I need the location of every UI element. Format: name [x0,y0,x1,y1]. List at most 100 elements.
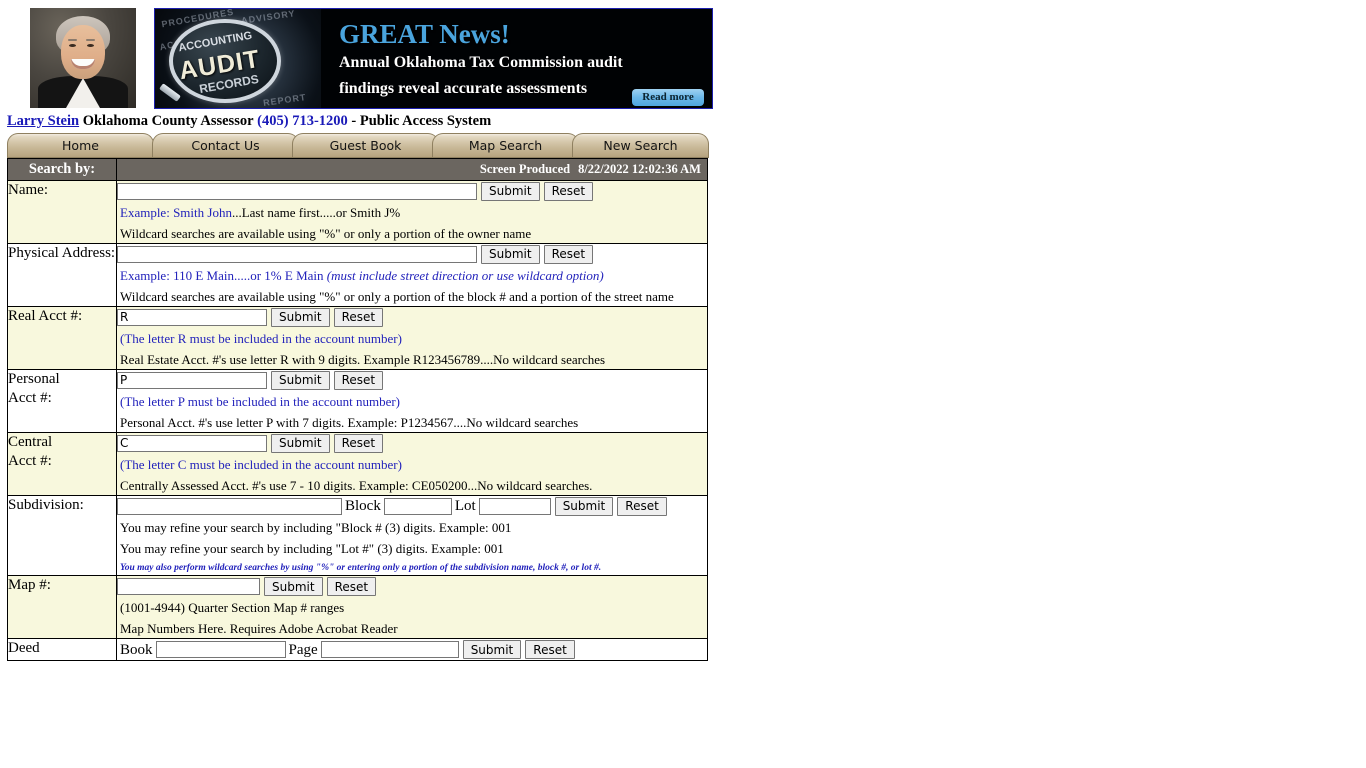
search-by-header-cell: Search by: [7,158,117,181]
map-input[interactable] [117,578,260,596]
label-central-acct: Central Acct #: [7,432,117,496]
banner-word-report: REPORT [262,92,307,108]
name-input[interactable] [117,182,477,200]
physical-address-input[interactable] [117,245,477,263]
row-subdivision: Subdivision: Block Lot Submit Reset You m… [7,494,708,577]
deed-book-label: Book [120,641,153,658]
real-acct-submit-button[interactable]: Submit [271,307,330,327]
subdivision-block-label: Block [345,498,381,515]
physical-address-reset-button[interactable]: Reset [543,244,594,264]
subdivision-block-input[interactable] [383,497,452,515]
label-deed: Deed [7,638,117,661]
real-acct-reset-button[interactable]: Reset [333,307,384,327]
real-acct-field-row: Submit Reset [117,307,707,327]
central-acct-input[interactable] [117,434,267,452]
name-hint-example-rest: ...Last name first.....or Smith J% [231,205,401,220]
field-central-acct-cell: Submit Reset (The letter C must be inclu… [116,432,708,496]
field-physical-address-cell: Submit Reset Example: 110 E Main.....or … [116,243,708,307]
subdivision-lot-input[interactable] [478,497,551,515]
screen-produced: Screen Produced 8/22/2022 12:02:36 AM [117,159,707,180]
screen-produced-timestamp: 8/22/2022 12:02:36 AM [578,162,701,176]
field-real-acct-cell: Submit Reset (The letter R must be inclu… [116,306,708,370]
field-personal-acct-cell: Submit Reset (The letter P must be inclu… [116,369,708,433]
portrait-face [61,25,105,79]
map-submit-button[interactable]: Submit [264,577,323,597]
central-acct-hint-2: Centrally Assessed Acct. #'s use 7 - 10 … [120,478,593,493]
name-field-row: Submit Reset [117,181,707,201]
office-phone: (405) 713-1200 [257,113,348,129]
portrait-brow-right [86,39,95,41]
central-acct-submit-button[interactable]: Submit [271,433,330,453]
name-hint-1: Example: Smith John...Last name first...… [120,204,707,222]
physical-address-hint-1: Example: 110 E Main.....or 1% E Main (mu… [120,267,707,285]
subdivision-reset-button[interactable]: Reset [617,496,667,516]
subdivision-field-row: Block Lot Submit Reset [117,496,707,516]
personal-acct-input[interactable] [117,371,267,389]
map-hint-2: Map Numbers Here. Requires Adobe Acrobat… [120,621,398,637]
office-title: Oklahoma County Assessor [82,113,254,129]
deed-submit-button[interactable]: Submit [462,640,522,660]
subdivision-hint-1: You may refine your search by including … [120,520,512,536]
label-name: Name: [7,180,117,244]
subdivision-submit-button[interactable]: Submit [554,496,614,516]
field-name-cell: Submit Reset Example: Smith John...Last … [116,180,708,244]
physical-address-submit-button[interactable]: Submit [481,244,540,264]
map-field-row: Submit Reset [117,576,707,597]
tab-new-search[interactable]: New Search [572,133,709,157]
subdivision-input[interactable] [117,497,342,515]
physical-address-hint-2: Wildcard searches are available using "%… [120,289,674,304]
portrait-brow-left [68,39,77,41]
system-subtitle: - Public Access System [351,113,492,129]
name-reset-button[interactable]: Reset [543,181,594,201]
central-acct-reset-button[interactable]: Reset [333,433,384,453]
physical-address-field-row: Submit Reset [117,244,707,264]
search-table-header-row: Search by: Screen Produced 8/22/2022 12:0… [7,158,708,181]
search-criteria-table: Search by: Screen Produced 8/22/2022 12:0… [7,158,708,661]
physical-address-hint-note: (must include street direction or use wi… [326,268,604,283]
subdivision-lot-label: Lot [454,498,476,515]
tab-map-search[interactable]: Map Search [432,133,579,157]
subdivision-hint-3: You may also perform wildcard searches b… [120,563,602,574]
tab-guest-book[interactable]: Guest Book [292,133,439,157]
deed-reset-button[interactable]: Reset [525,640,575,660]
personal-acct-hint-1: (The letter P must be included in the ac… [120,394,401,409]
real-acct-hint-1: (The letter R must be included in the ac… [120,331,402,346]
row-name: Name: Submit Reset Example: Smith John..… [7,180,708,244]
tab-home[interactable]: Home [7,133,154,157]
field-map-cell: Submit Reset (1001-4944) Quarter Section… [116,575,708,640]
map-reset-button[interactable]: Reset [326,577,377,597]
label-personal-acct: Personal Acct #: [7,369,117,433]
row-physical-address: Physical Address: Submit Reset Example: … [7,243,708,307]
assessor-portrait-photo [30,8,136,108]
label-real-acct: Real Acct #: [7,306,117,370]
portrait-eye-right [87,44,94,47]
deed-book-input[interactable] [155,641,286,659]
row-map: Map #: Submit Reset (1001-4944) Quarter … [7,575,708,640]
magnifier-lens-icon: ACCOUNTING AUDIT RECORDS [169,19,281,103]
subdivision-hint-2: You may refine your search by including … [120,541,504,557]
field-deed-cell: Book Page Submit Reset [116,638,708,661]
deed-field-row: Book Page Submit Reset [117,639,707,660]
map-hint-1: (1001-4944) Quarter Section Map # ranges [120,600,345,616]
real-acct-input[interactable] [117,308,267,326]
label-subdivision: Subdivision: [7,494,117,577]
row-central-acct: CentralAcct #: Submit Reset (The letter … [7,432,708,496]
row-real-acct: Real Acct #: Submit Reset (The letter R … [7,306,708,370]
portrait-eye-left [69,44,76,47]
name-hint-2: Wildcard searches are available using "%… [120,226,532,241]
tab-contact-us[interactable]: Contact Us [152,133,299,157]
field-subdivision-cell: Block Lot Submit Reset You may refine you… [116,494,708,577]
name-submit-button[interactable]: Submit [481,181,540,201]
banner-audit-photo: PROCEDURES ADVISORY ACCOUNTING REPORT AC… [155,9,321,108]
banner-headline: GREAT News! [339,19,510,49]
assessor-name-link[interactable]: Larry Stein [7,113,79,129]
deed-page-label: Page [288,641,318,658]
banner-text-line-2: findings reveal accurate assessments [339,80,588,97]
banner-text-line-1: Annual Oklahoma Tax Commission audit [339,54,623,71]
deed-page-input[interactable] [320,641,459,659]
read-more-button[interactable]: Read more [632,89,704,106]
site-title-line: Larry Stein Oklahoma County Assessor (40… [7,113,491,130]
audit-news-banner[interactable]: PROCEDURES ADVISORY ACCOUNTING REPORT AC… [154,8,713,109]
personal-acct-submit-button[interactable]: Submit [271,370,330,390]
personal-acct-reset-button[interactable]: Reset [333,370,384,390]
